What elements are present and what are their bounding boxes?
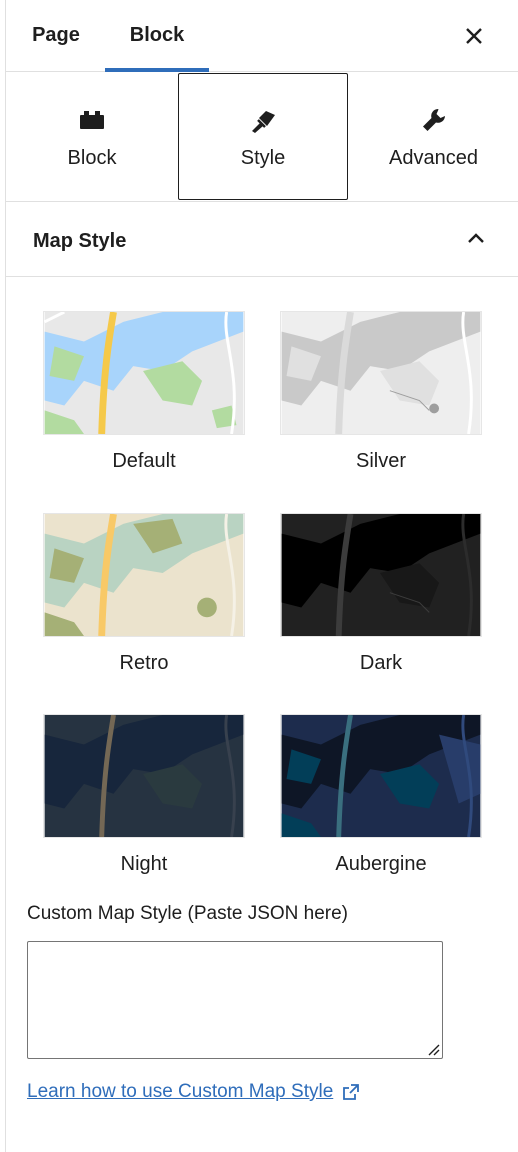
external-link-icon bbox=[343, 1084, 360, 1100]
sidebar-header: Page Block bbox=[6, 0, 518, 72]
block-icon bbox=[80, 110, 104, 129]
style-option-dark[interactable]: Dark bbox=[280, 513, 482, 675]
map-style-title: Map Style bbox=[33, 230, 127, 252]
tab-page[interactable]: Page bbox=[10, 0, 102, 71]
map-style-panel-toggle[interactable]: Map Style bbox=[6, 202, 518, 277]
tab-block[interactable]: Block bbox=[105, 0, 209, 72]
aubergine-map-thumbnail bbox=[280, 714, 482, 838]
dark-map-thumbnail bbox=[280, 513, 482, 637]
map-style-options: Default Silver Retro Dark Night Aubergin… bbox=[6, 277, 518, 877]
tab-advanced[interactable]: Advanced bbox=[348, 72, 518, 202]
silver-map-thumbnail bbox=[280, 311, 482, 435]
close-button[interactable] bbox=[456, 18, 492, 54]
retro-map-thumbnail bbox=[43, 513, 245, 637]
style-option-default[interactable]: Default bbox=[43, 311, 245, 473]
style-option-retro[interactable]: Retro bbox=[43, 513, 245, 675]
style-option-default-label: Default bbox=[112, 450, 176, 472]
default-map-thumbnail bbox=[43, 311, 245, 435]
tab-style-label: Style bbox=[240, 146, 286, 169]
style-option-silver-label: Silver bbox=[355, 450, 406, 472]
brush-icon bbox=[252, 110, 275, 133]
style-option-dark-label: Dark bbox=[359, 652, 403, 674]
style-option-night-label: Night bbox=[120, 853, 168, 875]
custom-style-json-input[interactable] bbox=[27, 941, 443, 1059]
tab-advanced-label: Advanced bbox=[389, 146, 478, 169]
custom-style-label: Custom Map Style (Paste JSON here) bbox=[27, 903, 348, 924]
tab-page-label: Page bbox=[32, 24, 80, 46]
style-option-aubergine-label: Aubergine bbox=[335, 853, 427, 875]
style-option-silver[interactable]: Silver bbox=[280, 311, 482, 473]
learn-custom-style-link-text: Learn how to use Custom Map Style bbox=[27, 1081, 334, 1102]
inspector-tabs: Block Style Advanced bbox=[6, 72, 518, 202]
learn-custom-style-link[interactable]: Learn how to use Custom Map Style bbox=[27, 1081, 361, 1103]
chevron-up-icon bbox=[468, 233, 484, 243]
tab-block-settings-label: Block bbox=[67, 146, 117, 169]
night-map-thumbnail bbox=[43, 714, 245, 838]
tab-block-settings[interactable]: Block bbox=[6, 72, 178, 202]
tab-block-label: Block bbox=[129, 24, 185, 46]
style-option-night[interactable]: Night bbox=[43, 714, 245, 876]
tab-style[interactable]: Style bbox=[178, 72, 348, 202]
style-option-retro-label: Retro bbox=[119, 652, 169, 674]
wrench-icon bbox=[422, 108, 445, 131]
close-icon bbox=[466, 28, 482, 44]
style-option-aubergine[interactable]: Aubergine bbox=[280, 714, 482, 876]
